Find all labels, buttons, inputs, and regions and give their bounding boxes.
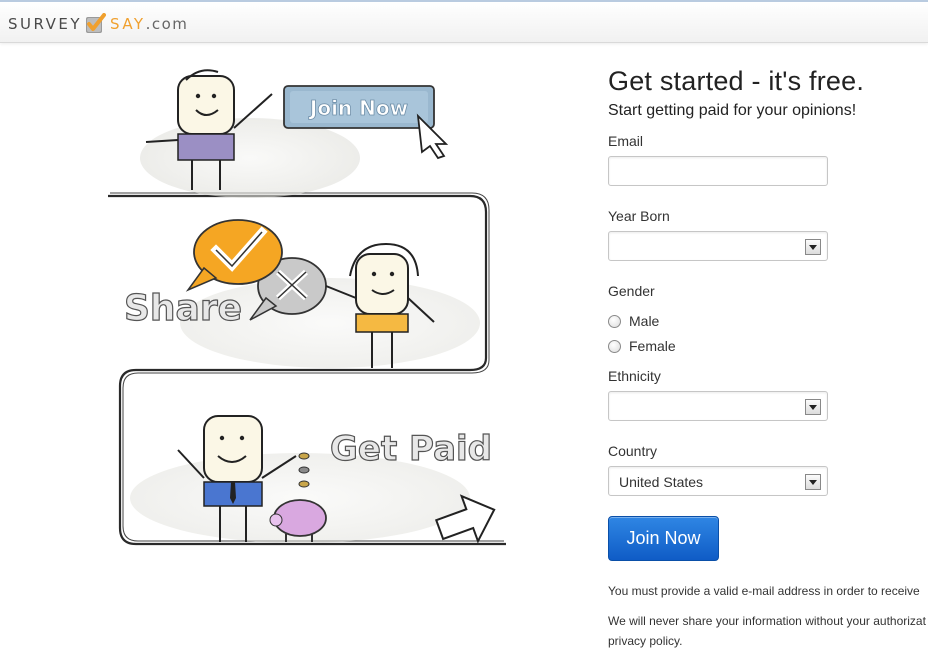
how-it-works-illustration: Join Now Share Get Paid bbox=[100, 58, 520, 553]
country-value: United States bbox=[619, 474, 704, 490]
logo-text-survey: SURVEY bbox=[8, 15, 83, 33]
radio-male[interactable] bbox=[608, 314, 621, 328]
radio-female[interactable] bbox=[608, 339, 621, 353]
page-title: Get started - it's free. bbox=[608, 66, 865, 96]
share-text: Share bbox=[124, 288, 242, 329]
gender-label: Gender bbox=[608, 283, 655, 299]
ethnicity-label: Ethnicity bbox=[608, 368, 661, 384]
get-paid-text: Get Paid bbox=[330, 429, 492, 469]
email-label: Email bbox=[608, 133, 644, 149]
year-born-label: Year Born bbox=[608, 208, 670, 224]
gender-option-female[interactable]: Female bbox=[608, 338, 676, 354]
chevron-down-icon[interactable] bbox=[805, 399, 821, 415]
email-requirement-note: You must provide a valid e-mail address … bbox=[608, 584, 920, 598]
privacy-note-line1: We will never share your information wit… bbox=[608, 614, 926, 628]
country-select[interactable]: United States bbox=[608, 466, 828, 496]
gender-option-male[interactable]: Male bbox=[608, 313, 659, 329]
page-subtitle: Start getting paid for your opinions! bbox=[608, 102, 857, 119]
logo-text-say: SAY bbox=[110, 15, 146, 33]
gender-female-label: Female bbox=[629, 338, 676, 354]
logo-check-icon bbox=[84, 13, 107, 35]
site-header: SURVEY SAY .com bbox=[0, 0, 928, 43]
signup-form-header: Get started - it's free. Start getting p… bbox=[608, 66, 928, 121]
chevron-down-icon[interactable] bbox=[805, 474, 821, 490]
logo-text-com: .com bbox=[145, 15, 189, 33]
gender-male-label: Male bbox=[629, 313, 660, 329]
privacy-note-line2: privacy policy. bbox=[608, 634, 683, 648]
surveysay-logo[interactable]: SURVEY SAY .com bbox=[8, 11, 188, 37]
year-born-select[interactable] bbox=[608, 231, 828, 261]
ethnicity-select[interactable] bbox=[608, 391, 828, 421]
chevron-down-icon[interactable] bbox=[805, 239, 821, 255]
join-now-button[interactable]: Join Now bbox=[608, 516, 719, 561]
country-label: Country bbox=[608, 443, 658, 459]
email-field[interactable] bbox=[608, 156, 828, 186]
svg-text:Join Now: Join Now bbox=[308, 96, 408, 120]
